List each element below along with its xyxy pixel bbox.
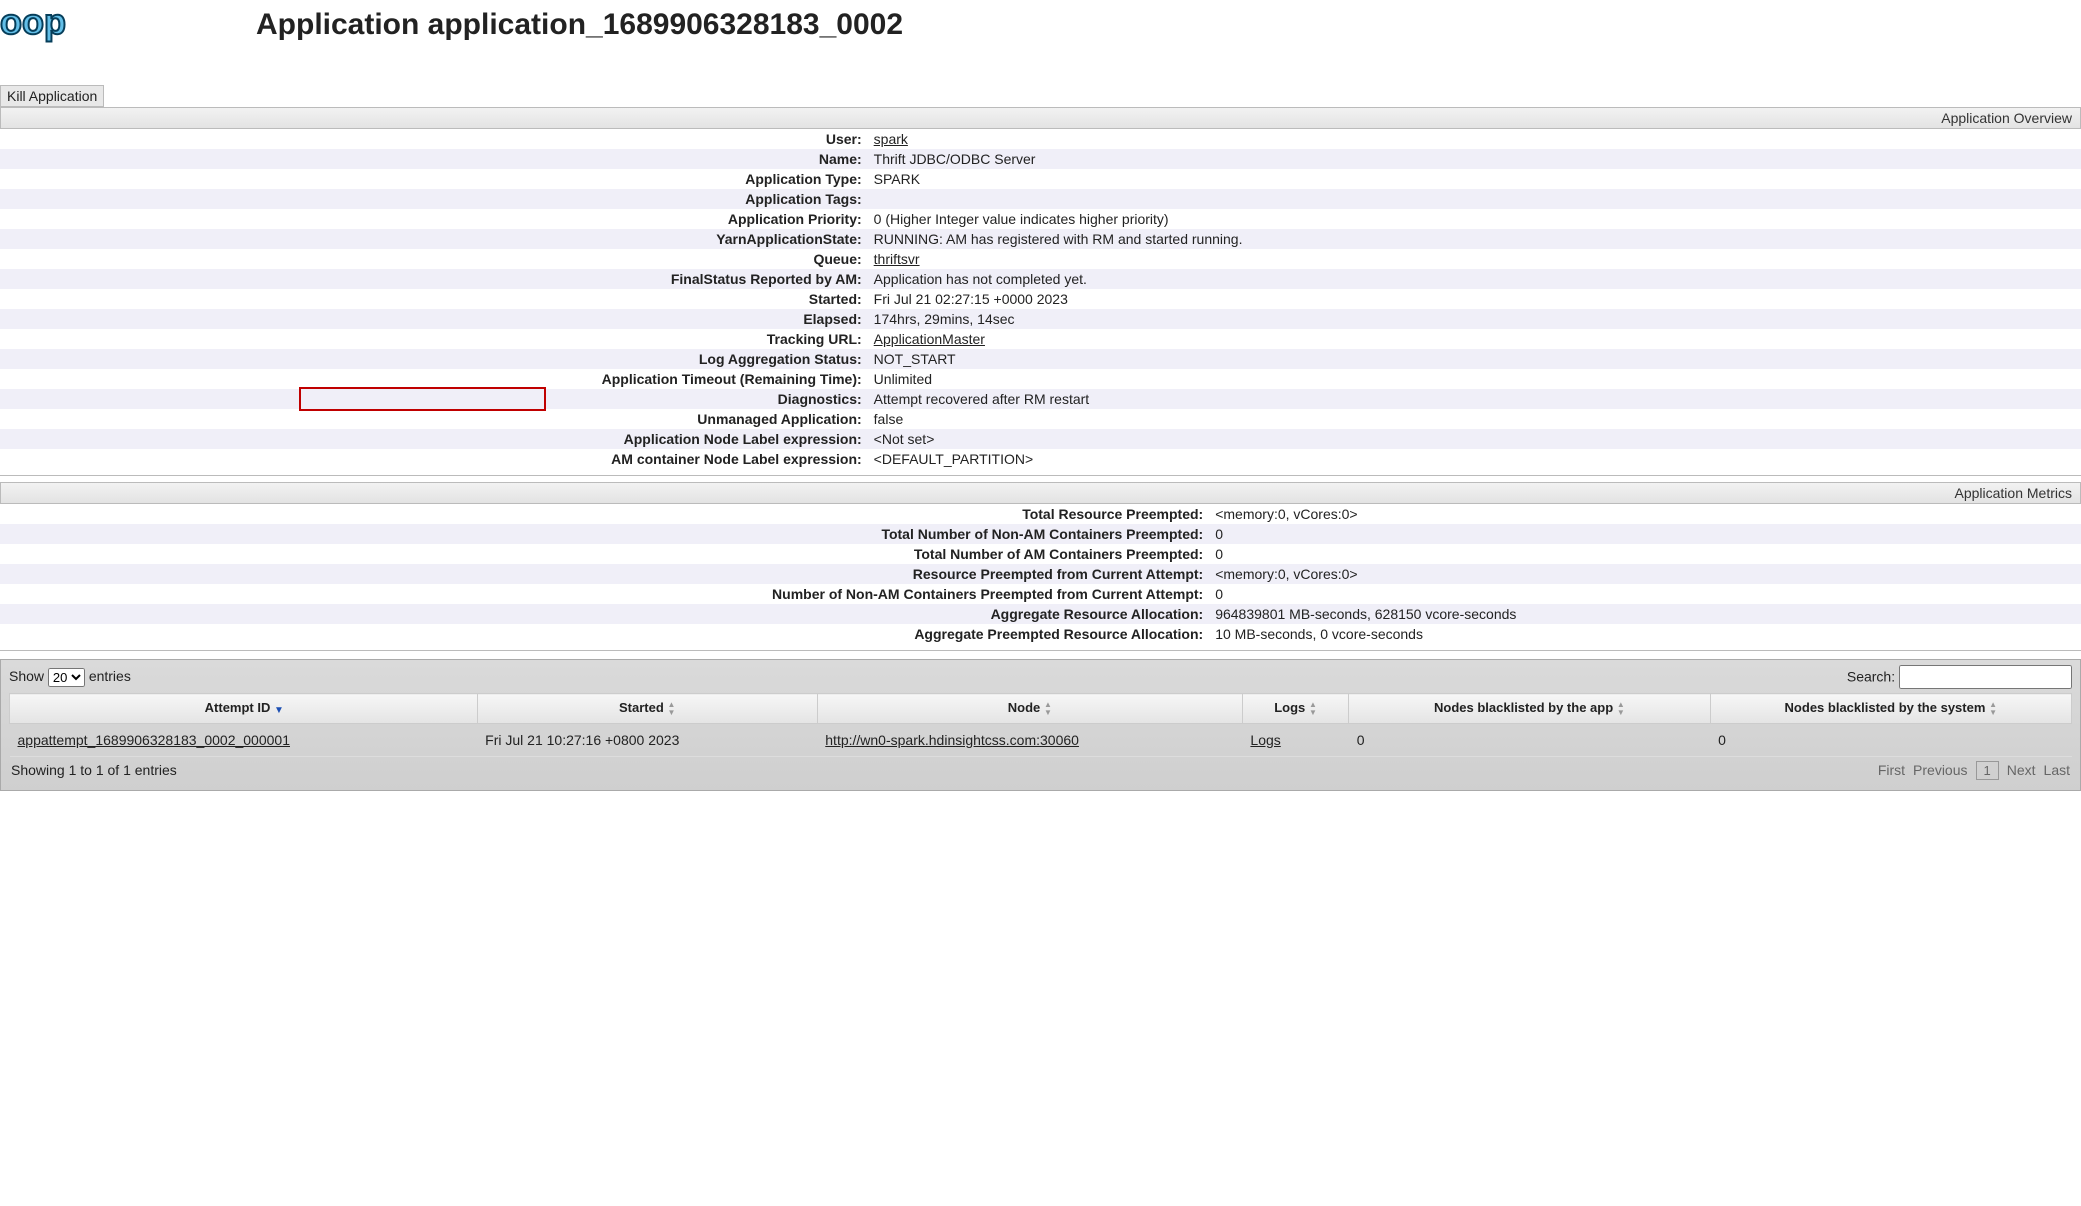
overview-value [868,189,2081,209]
overview-key: Application Timeout (Remaining Time): [0,369,868,389]
col-attempt-id[interactable]: Attempt ID [10,694,478,724]
svg-text:oop: oop [0,1,66,42]
attempt-blk-sys: 0 [1710,723,2071,756]
divider [0,475,2081,476]
overview-key: YarnApplicationState: [0,229,868,249]
overview-key: Unmanaged Application: [0,409,868,429]
overview-key: Application Priority: [0,209,868,229]
overview-value-link[interactable]: spark [874,131,908,147]
overview-key: Elapsed: [0,309,868,329]
page-title: Application application_1689906328183_00… [256,0,903,42]
overview-value: Thrift JDBC/ODBC Server [868,149,2081,169]
attempt-node-link[interactable]: http://wn0-spark.hdinsightcss.com:30060 [825,732,1079,748]
col-node[interactable]: Node [817,694,1242,724]
diagnostics-highlight-box [299,387,546,411]
divider [0,650,2081,651]
col-started[interactable]: Started [477,694,817,724]
attempt-id-link[interactable]: appattempt_1689906328183_0002_000001 [18,732,291,748]
attempt-started: Fri Jul 21 10:27:16 +0800 2023 [477,723,817,756]
metrics-key: Total Number of AM Containers Preempted: [0,544,1209,564]
overview-value: 174hrs, 29mins, 14sec [868,309,2081,329]
metrics-value: 0 [1209,584,2081,604]
metrics-value: <memory:0, vCores:0> [1209,504,2081,524]
overview-value: false [868,409,2081,429]
overview-key: Application Node Label expression: [0,429,868,449]
kill-application-button[interactable]: Kill Application [0,85,104,107]
overview-value-link[interactable]: ApplicationMaster [874,331,985,347]
overview-value: spark [868,129,2081,149]
overview-key: AM container Node Label expression: [0,449,868,469]
col-blk-sys[interactable]: Nodes blacklisted by the system [1710,694,2071,724]
metrics-key: Aggregate Resource Allocation: [0,604,1209,624]
sort-arrows-icon [1989,701,1997,717]
search-input[interactable] [1899,665,2072,689]
metrics-table: Total Resource Preempted:<memory:0, vCor… [0,504,2081,644]
metrics-value: 964839801 MB-seconds, 628150 vcore-secon… [1209,604,2081,624]
overview-key: Name: [0,149,868,169]
metrics-key: Total Number of Non-AM Containers Preemp… [0,524,1209,544]
overview-key: Log Aggregation Status: [0,349,868,369]
overview-value: Fri Jul 21 02:27:15 +0000 2023 [868,289,2081,309]
col-logs[interactable]: Logs [1242,694,1348,724]
pager-page-1[interactable]: 1 [1976,761,1999,780]
sort-arrow-down-icon [274,701,282,716]
overview-key: FinalStatus Reported by AM: [0,269,868,289]
pager-last[interactable]: Last [2044,762,2070,778]
sort-arrows-icon [667,701,675,717]
section-header-overview: Application Overview [0,107,2081,129]
entries-label: entries [89,668,131,684]
col-blk-app[interactable]: Nodes blacklisted by the app [1349,694,1710,724]
metrics-key: Number of Non-AM Containers Preempted fr… [0,584,1209,604]
show-label: Show [9,668,44,684]
pager-next[interactable]: Next [2007,762,2036,778]
overview-value: RUNNING: AM has registered with RM and s… [868,229,2081,249]
overview-key: User: [0,129,868,149]
hadoop-logo: oop [0,0,116,57]
overview-value: <Not set> [868,429,2081,449]
search-container: Search: [1847,665,2072,689]
metrics-value: 10 MB-seconds, 0 vcore-seconds [1209,624,2081,644]
metrics-key: Aggregate Preempted Resource Allocation: [0,624,1209,644]
attempts-section: Show 20 entries Search: Attempt ID Start… [0,659,2081,791]
overview-value: 0 (Higher Integer value indicates higher… [868,209,2081,229]
entries-info: Showing 1 to 1 of 1 entries [11,762,177,778]
table-row: appattempt_1689906328183_0002_000001 Fri … [10,723,2072,756]
sort-arrows-icon [1044,701,1052,717]
overview-value: thriftsvr [868,249,2081,269]
overview-value-link[interactable]: thriftsvr [874,251,920,267]
pager-first[interactable]: First [1878,762,1905,778]
entries-length-control: Show 20 entries [9,668,131,687]
sort-arrows-icon [1617,701,1625,717]
attempt-blk-app: 0 [1349,723,1710,756]
overview-value: Attempt recovered after RM restart [868,389,2081,409]
overview-value: Application has not completed yet. [868,269,2081,289]
pager: First Previous 1 Next Last [1878,761,2070,780]
overview-key: Application Type: [0,169,868,189]
overview-key: Application Tags: [0,189,868,209]
overview-value: SPARK [868,169,2081,189]
pager-previous[interactable]: Previous [1913,762,1967,778]
attempt-logs-link[interactable]: Logs [1250,732,1280,748]
attempts-table: Attempt ID Started Node Logs Nodes black… [9,693,2072,757]
overview-value: ApplicationMaster [868,329,2081,349]
entries-length-select[interactable]: 20 [48,668,85,687]
overview-value: <DEFAULT_PARTITION> [868,449,2081,469]
overview-key: Started: [0,289,868,309]
metrics-key: Total Resource Preempted: [0,504,1209,524]
overview-key: Tracking URL: [0,329,868,349]
metrics-value: 0 [1209,524,2081,544]
overview-key: Queue: [0,249,868,269]
search-label: Search: [1847,669,1895,685]
overview-table: User:sparkName:Thrift JDBC/ODBC ServerAp… [0,129,2081,469]
metrics-value: <memory:0, vCores:0> [1209,564,2081,584]
overview-value: NOT_START [868,349,2081,369]
overview-value: Unlimited [868,369,2081,389]
sort-arrows-icon [1309,701,1317,717]
overview-key: Diagnostics: [0,389,868,409]
section-header-metrics: Application Metrics [0,482,2081,504]
metrics-key: Resource Preempted from Current Attempt: [0,564,1209,584]
metrics-value: 0 [1209,544,2081,564]
